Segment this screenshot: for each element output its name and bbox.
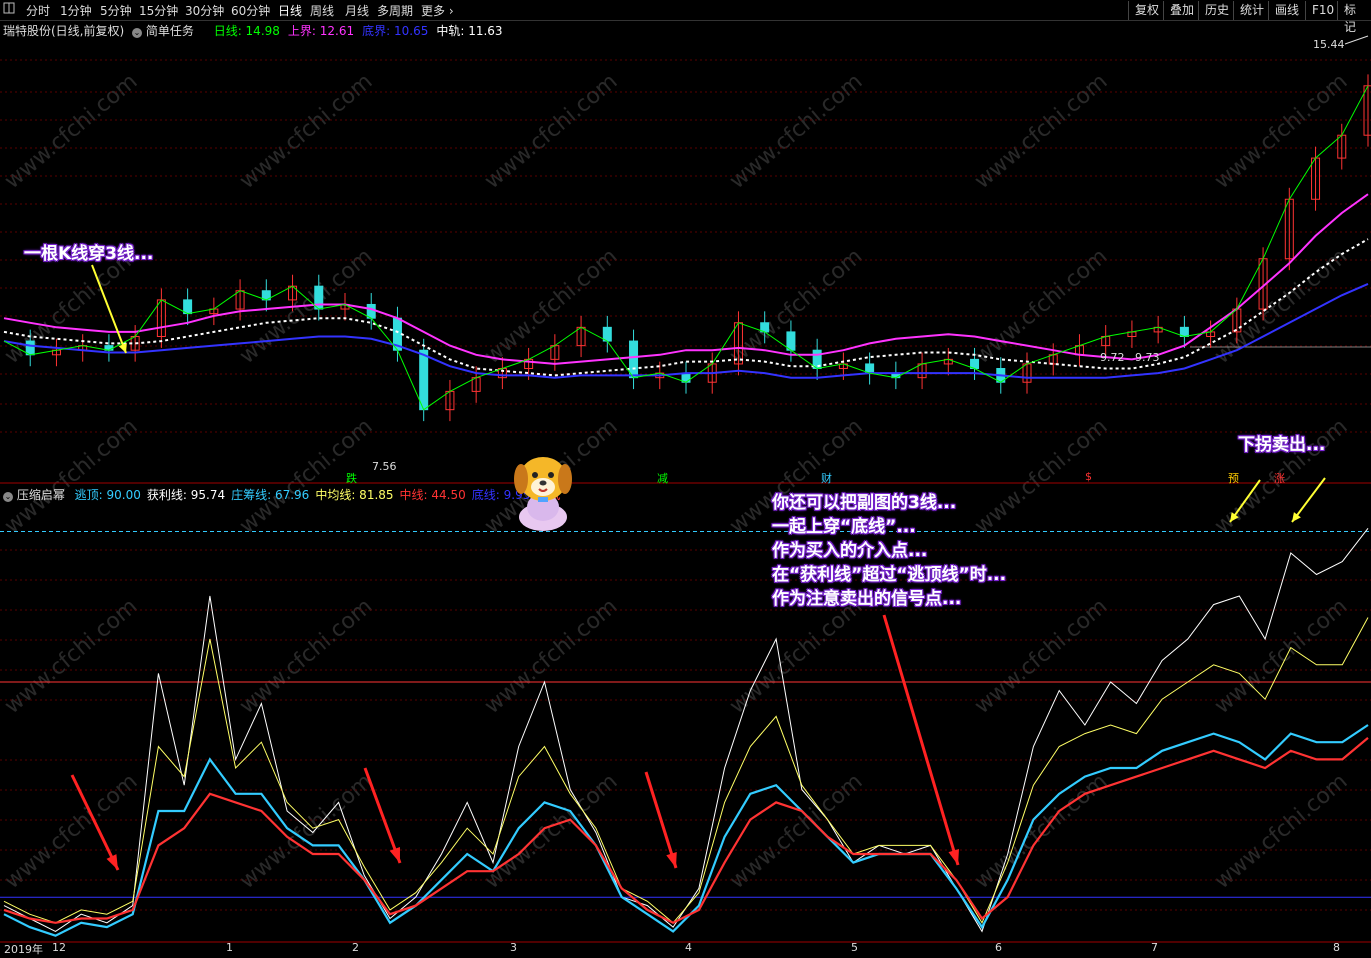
annotation-line: 一起上穿“底线”... bbox=[772, 517, 916, 537]
period-toolbar: 分时 1分钟 5分钟 15分钟 30分钟 60分钟 日线 周线 月线 多周期 更多 › 复权 叠加 历史… bbox=[0, 0, 1371, 34]
x-axis-label: 2 bbox=[352, 941, 359, 954]
arrow-indicator bbox=[882, 614, 960, 866]
legend-value: 逃顶: 90.00 bbox=[74, 488, 141, 502]
x-axis-label: 4 bbox=[685, 941, 692, 954]
legend-value: 获利线: 95.74 bbox=[146, 488, 226, 502]
series-line bbox=[3, 193, 1369, 365]
toolbar-button[interactable]: 统计 bbox=[1233, 1, 1270, 20]
annotation-strategy: 你还可以把副图的3线... 一起上穿“底线”... 作为买入的介入点... 在“… bbox=[772, 491, 1006, 611]
legend-value: 日线: 14.98 bbox=[213, 24, 280, 38]
x-axis-label: 8 bbox=[1333, 941, 1340, 954]
annotation-kline: 一根K线穿3线... bbox=[24, 244, 154, 264]
period-tab[interactable]: 1分钟 bbox=[60, 2, 92, 19]
toolbar-button[interactable]: 叠加 bbox=[1163, 1, 1200, 20]
arrow-head bbox=[106, 854, 118, 870]
price-pointer bbox=[1344, 35, 1369, 45]
arrow-indicator bbox=[70, 774, 120, 871]
x-axis-label: 3 bbox=[510, 941, 517, 954]
price-label-b: 9.73 bbox=[1135, 351, 1160, 364]
low-price-label: 7.56 bbox=[372, 460, 397, 473]
dog-mascot-image bbox=[514, 457, 572, 531]
candlestick bbox=[25, 340, 35, 356]
legend-value: 底界: 10.65 bbox=[362, 24, 429, 38]
arrow-indicator bbox=[363, 767, 402, 864]
period-tab[interactable]: 30分钟 bbox=[185, 2, 224, 19]
series-line bbox=[3, 724, 1369, 937]
toolbar-button[interactable]: 复权 bbox=[1128, 1, 1165, 20]
annotation-line: 在“获利线”超过“逃顶线”时... bbox=[772, 565, 1007, 585]
main-indicator-values: 日线: 14.98 上界: 12.61 底界: 10.65 中轨: 11.63 bbox=[214, 24, 511, 38]
arrow-head bbox=[948, 849, 959, 865]
x-axis-label: 2019年 bbox=[4, 943, 43, 956]
x-axis-label: 12 bbox=[52, 941, 66, 954]
period-tab[interactable]: 60分钟 bbox=[231, 2, 270, 19]
x-axis-label: 6 bbox=[995, 941, 1002, 954]
period-tab[interactable]: 周线 bbox=[310, 2, 334, 19]
signal-marker: 跌 bbox=[346, 472, 357, 485]
period-tab[interactable]: 日线 bbox=[278, 2, 302, 19]
annotation-line: 你还可以把副图的3线... bbox=[772, 493, 957, 513]
candlestick bbox=[183, 299, 193, 315]
annotation-line: 作为注意卖出的信号点... bbox=[772, 589, 962, 609]
price-label-a: 9.72 bbox=[1100, 351, 1125, 364]
arrow-head bbox=[1292, 512, 1301, 522]
signal-marker: 减 bbox=[657, 472, 668, 485]
period-tab[interactable]: 分时 bbox=[26, 2, 50, 19]
toolbar-button[interactable]: 标记 bbox=[1337, 1, 1371, 34]
series-line bbox=[3, 737, 1369, 925]
annotation-line: 作为买入的介入点... bbox=[772, 541, 928, 561]
legend-value: 中轨: 11.63 bbox=[436, 24, 503, 38]
legend-value: 庄筹线: 67.96 bbox=[231, 488, 310, 502]
period-tab[interactable]: 5分钟 bbox=[100, 2, 132, 19]
period-tab[interactable]: 15分钟 bbox=[139, 2, 178, 19]
candlestick bbox=[602, 326, 612, 342]
legend-value: 上界: 12.61 bbox=[287, 24, 355, 38]
candlestick bbox=[366, 303, 376, 319]
task-dropdown[interactable]: ⌄ 简单任务 bbox=[132, 24, 198, 38]
signal-marker: 预 bbox=[1228, 472, 1239, 485]
arrow-head bbox=[666, 852, 677, 868]
candlestick bbox=[419, 349, 429, 411]
legend-value: 中均线: 81.85 bbox=[315, 488, 394, 502]
toolbar-button[interactable]: 历史 bbox=[1198, 1, 1235, 20]
candlestick bbox=[629, 340, 639, 379]
x-axis-label: 1 bbox=[226, 941, 233, 954]
chevron-down-icon[interactable]: ⌄ bbox=[3, 492, 13, 502]
window-icon[interactable] bbox=[3, 2, 15, 17]
period-tab[interactable]: 月线 bbox=[345, 2, 369, 19]
task-label: 简单任务 bbox=[145, 24, 194, 38]
signal-marker: $ bbox=[1085, 470, 1092, 483]
indicator-name: 压缩启幂 bbox=[16, 488, 65, 502]
main-legend: 瑞特股份(日线,前复权) ⌄ 简单任务 日线: 14.98 上界: 12.61 底界… bbox=[3, 22, 511, 39]
x-axis-label: 7 bbox=[1151, 941, 1158, 954]
period-tab[interactable]: 更多 › bbox=[421, 2, 454, 19]
series-line bbox=[3, 617, 1369, 924]
sub-indicator-values: 逃顶: 90.00 获利线: 95.74 庄筹线: 67.96 中均线: 81.85 中… bbox=[69, 488, 561, 502]
high-price-label: 15.44 bbox=[1313, 38, 1345, 51]
series-line bbox=[3, 527, 1369, 933]
stock-name: 瑞特股份(日线,前复权) bbox=[3, 24, 125, 38]
signal-marker: 财 bbox=[821, 472, 832, 485]
toolbar-button[interactable]: F10 bbox=[1305, 1, 1340, 20]
arrow-head bbox=[389, 847, 400, 863]
chevron-down-icon: ⌄ bbox=[132, 28, 143, 38]
sub-legend: ⌄ 压缩启幂 逃顶: 90.00 获利线: 95.74 庄筹线: 67.96 中均线:… bbox=[3, 486, 560, 503]
period-tab[interactable]: 多周期 bbox=[377, 2, 413, 19]
signal-marker: 涨 bbox=[1274, 472, 1285, 485]
candlestick bbox=[786, 331, 796, 351]
legend-value: 中线: 44.50 bbox=[399, 488, 466, 502]
annotation-sell: 下拐卖出... bbox=[1238, 435, 1326, 455]
series-line bbox=[3, 85, 1369, 411]
x-axis-label: 5 bbox=[851, 941, 858, 954]
toolbar-button[interactable]: 画线 bbox=[1268, 1, 1305, 20]
arrow-head bbox=[1230, 512, 1239, 522]
